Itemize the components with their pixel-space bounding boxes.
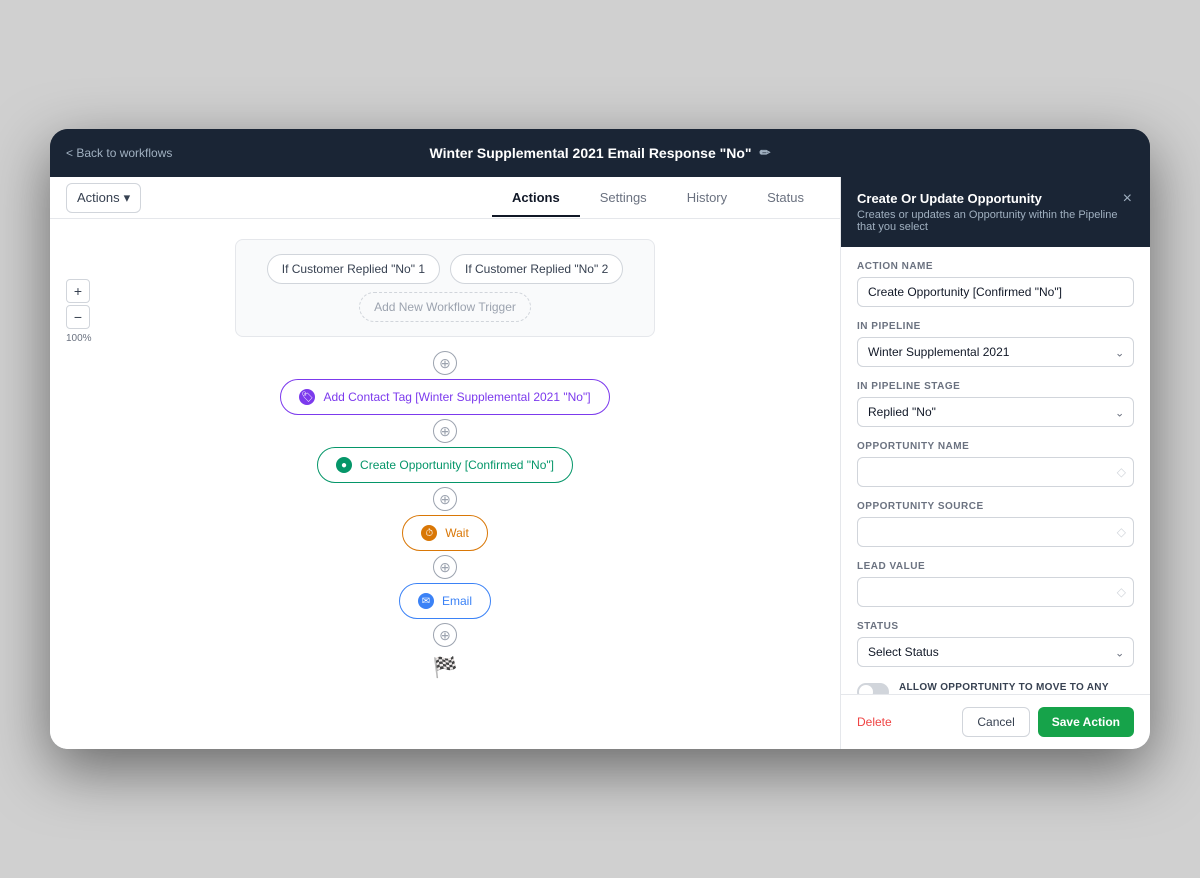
connector-3[interactable]: ⊕ xyxy=(433,487,457,511)
tab-actions[interactable]: Actions xyxy=(492,180,580,217)
trigger-chip-1[interactable]: If Customer Replied "No" 1 xyxy=(267,254,440,284)
back-link[interactable]: < Back to workflows xyxy=(66,146,172,160)
opportunity-name-label: OPPORTUNITY NAME xyxy=(857,441,1134,452)
connector-5[interactable]: ⊕ xyxy=(433,623,457,647)
footer-buttons: Cancel Save Action xyxy=(962,707,1134,737)
tag-node[interactable]: 🏷 Add Contact Tag [Winter Supplemental 2… xyxy=(280,379,609,415)
tag-icon: 🏷 xyxy=(299,389,315,405)
action-name-input[interactable] xyxy=(857,277,1134,307)
in-pipeline-select[interactable]: Winter Supplemental 2021 xyxy=(857,337,1134,367)
in-pipeline-stage-group: IN PIPELINE STAGE Replied "No" xyxy=(857,381,1134,427)
in-pipeline-label: IN PIPELINE xyxy=(857,321,1134,332)
in-pipeline-stage-label: IN PIPELINE STAGE xyxy=(857,381,1134,392)
status-select[interactable]: Select Status xyxy=(857,637,1134,667)
trigger-chip-2[interactable]: If Customer Replied "No" 2 xyxy=(450,254,623,284)
right-panel-subtitle: Creates or updates an Opportunity within… xyxy=(857,209,1121,233)
action-name-label: ACTION NAME xyxy=(857,261,1134,272)
right-panel-body: ACTION NAME IN PIPELINE Winter Supplemen… xyxy=(841,247,1150,694)
toggle-1-label: ALLOW OPPORTUNITY TO MOVE TO ANY PREVIOU… xyxy=(899,681,1134,694)
lead-value-input[interactable] xyxy=(857,577,1134,607)
opportunity-name-field: ◇ xyxy=(857,457,1134,487)
trigger-row: If Customer Replied "No" 1 If Customer R… xyxy=(267,254,624,284)
main-content: Actions ▾ Actions Settings History Statu… xyxy=(50,177,1150,749)
top-bar: < Back to workflows Winter Supplemental … xyxy=(50,129,1150,177)
cancel-button[interactable]: Cancel xyxy=(962,707,1029,737)
opportunity-name-group: OPPORTUNITY NAME ◇ xyxy=(857,441,1134,487)
lead-value-group: LEAD VALUE ◇ xyxy=(857,561,1134,607)
in-pipeline-stage-select[interactable]: Replied "No" xyxy=(857,397,1134,427)
sub-nav: Actions ▾ Actions Settings History Statu… xyxy=(50,177,840,219)
opportunity-name-input[interactable] xyxy=(857,457,1134,487)
zoom-controls: + − 100% xyxy=(66,279,92,344)
opportunity-source-label: OPPORTUNITY SOURCE xyxy=(857,501,1134,512)
right-panel-footer: Delete Cancel Save Action xyxy=(841,694,1150,749)
opportunity-node[interactable]: ● Create Opportunity [Confirmed "No"] xyxy=(317,447,573,483)
zoom-out-button[interactable]: − xyxy=(66,305,90,329)
tab-settings[interactable]: Settings xyxy=(580,180,667,217)
opportunity-source-icon: ◇ xyxy=(1117,525,1126,539)
toggle-1-row: ALLOW OPPORTUNITY TO MOVE TO ANY PREVIOU… xyxy=(857,681,1134,694)
opportunity-source-input[interactable] xyxy=(857,517,1134,547)
email-icon: ✉ xyxy=(418,593,434,609)
wait-node[interactable]: ⏱ Wait xyxy=(402,515,488,551)
email-node[interactable]: ✉ Email xyxy=(399,583,491,619)
page-title: Winter Supplemental 2021 Email Response … xyxy=(430,145,771,161)
tab-history[interactable]: History xyxy=(667,180,747,217)
close-button[interactable]: × xyxy=(1121,191,1134,207)
zoom-level: 100% xyxy=(66,333,92,344)
connector-1[interactable]: ⊕ xyxy=(433,351,457,375)
wait-icon: ⏱ xyxy=(421,525,437,541)
delete-button[interactable]: Delete xyxy=(857,715,892,729)
tab-status[interactable]: Status xyxy=(747,180,824,217)
in-pipeline-group: IN PIPELINE Winter Supplemental 2021 xyxy=(857,321,1134,367)
sub-nav-tabs: Actions Settings History Status xyxy=(492,180,824,216)
workflow-canvas: + − 100% If Customer Replied "No" 1 If C… xyxy=(50,219,840,749)
save-action-button[interactable]: Save Action xyxy=(1038,707,1134,737)
lead-value-field: ◇ xyxy=(857,577,1134,607)
in-pipeline-select-wrapper: Winter Supplemental 2021 xyxy=(857,337,1134,367)
action-name-group: ACTION NAME xyxy=(857,261,1134,307)
status-label: STATUS xyxy=(857,621,1134,632)
trigger-section: If Customer Replied "No" 1 If Customer R… xyxy=(235,239,655,337)
edit-icon[interactable]: ✏ xyxy=(760,145,771,161)
right-panel-title: Create Or Update Opportunity xyxy=(857,191,1121,206)
opportunity-icon: ● xyxy=(336,457,352,473)
connector-4[interactable]: ⊕ xyxy=(433,555,457,579)
right-panel: Create Or Update Opportunity Creates or … xyxy=(840,177,1150,749)
opportunity-source-field: ◇ xyxy=(857,517,1134,547)
toggle-1[interactable] xyxy=(857,683,889,694)
lead-value-label: LEAD VALUE xyxy=(857,561,1134,572)
workflow-panel: Actions ▾ Actions Settings History Statu… xyxy=(50,177,840,749)
connector-2[interactable]: ⊕ xyxy=(433,419,457,443)
finish-flag: 🏁 xyxy=(433,655,458,680)
lead-value-icon: ◇ xyxy=(1117,585,1126,599)
actions-button[interactable]: Actions ▾ xyxy=(66,183,141,213)
opportunity-source-group: OPPORTUNITY SOURCE ◇ xyxy=(857,501,1134,547)
zoom-in-button[interactable]: + xyxy=(66,279,90,303)
status-select-wrapper: Select Status xyxy=(857,637,1134,667)
in-pipeline-stage-select-wrapper: Replied "No" xyxy=(857,397,1134,427)
add-trigger-button[interactable]: Add New Workflow Trigger xyxy=(359,292,531,322)
status-group: STATUS Select Status xyxy=(857,621,1134,667)
right-panel-header: Create Or Update Opportunity Creates or … xyxy=(841,177,1150,247)
opportunity-name-icon: ◇ xyxy=(1117,465,1126,479)
